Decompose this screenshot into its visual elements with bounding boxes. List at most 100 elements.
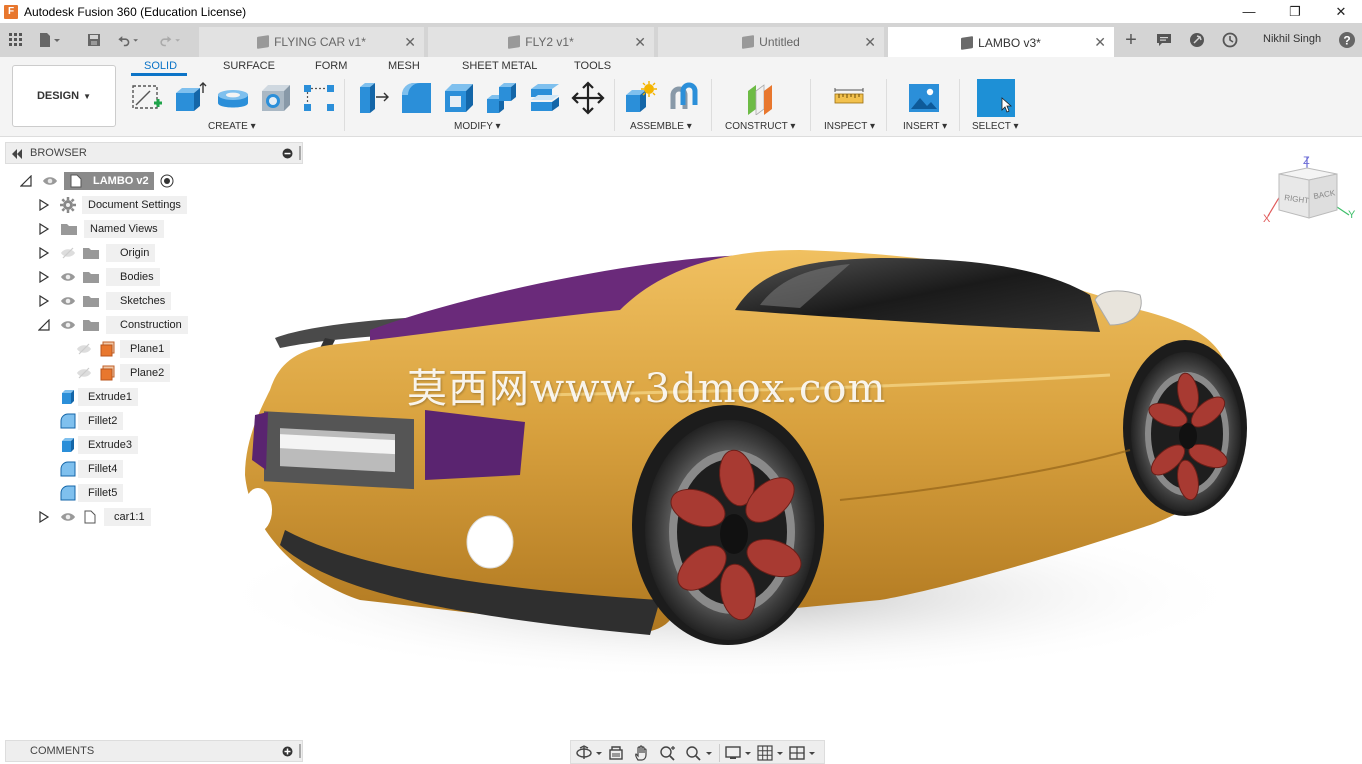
tree-item-extrude1[interactable]: Extrude1 bbox=[60, 387, 139, 407]
inspect-menu[interactable]: INSPECT ▾ bbox=[824, 121, 875, 132]
tree-root-row[interactable]: LAMBO v2 bbox=[20, 171, 174, 191]
construct-menu[interactable]: CONSTRUCT ▾ bbox=[725, 121, 795, 132]
tree-item-document-settings[interactable]: Document Settings bbox=[38, 195, 187, 215]
pattern-icon[interactable] bbox=[302, 81, 336, 115]
tab-mesh[interactable]: MESH bbox=[388, 60, 420, 72]
minimize-button[interactable]: — bbox=[1226, 0, 1272, 23]
visibility-eye-icon[interactable] bbox=[60, 511, 76, 523]
tab-tools[interactable]: TOOLS bbox=[574, 60, 611, 72]
panel-resize-handle[interactable] bbox=[299, 744, 301, 758]
extensions-icon[interactable] bbox=[1186, 29, 1208, 51]
expanded-triangle-icon[interactable] bbox=[38, 319, 50, 331]
tree-item-construction[interactable]: Construction bbox=[38, 315, 188, 335]
tree-item-origin[interactable]: Origin bbox=[38, 243, 156, 263]
new-tab-plus-icon[interactable]: + bbox=[1120, 29, 1142, 51]
tree-item-extrude3[interactable]: Extrude3 bbox=[60, 435, 139, 455]
display-settings-icon[interactable] bbox=[725, 744, 753, 762]
viewcube-navigation[interactable]: Z X Y RIGHT BACK bbox=[1262, 152, 1357, 232]
split-body-icon[interactable] bbox=[528, 81, 562, 115]
orbit-icon[interactable] bbox=[575, 744, 603, 762]
hidden-eye-icon[interactable] bbox=[76, 367, 92, 379]
tree-item-car1[interactable]: car1:1 bbox=[38, 507, 151, 527]
collapsed-triangle-icon[interactable] bbox=[38, 511, 50, 523]
collapsed-triangle-icon[interactable] bbox=[38, 199, 50, 211]
fit-zoom-window-icon[interactable] bbox=[685, 744, 715, 762]
viewports-icon[interactable] bbox=[789, 744, 817, 762]
collapsed-triangle-icon[interactable] bbox=[38, 223, 50, 235]
tab-fly2[interactable]: FLY2 v1* ✕ bbox=[428, 27, 654, 57]
close-tab-icon[interactable]: ✕ bbox=[404, 34, 416, 51]
fillet-icon[interactable] bbox=[399, 81, 433, 115]
redo-icon[interactable] bbox=[158, 29, 180, 51]
combine-icon[interactable] bbox=[485, 81, 519, 115]
select-icon[interactable] bbox=[977, 79, 1015, 117]
hole-icon[interactable] bbox=[259, 81, 293, 115]
measure-icon[interactable] bbox=[832, 81, 866, 115]
tab-untitled[interactable]: Untitled ✕ bbox=[658, 27, 884, 57]
tab-lambo[interactable]: LAMBO v3* ✕ bbox=[888, 27, 1114, 58]
collapse-panel-icon[interactable] bbox=[11, 149, 23, 159]
press-pull-icon[interactable] bbox=[356, 81, 390, 115]
tree-item-plane2[interactable]: Plane2 bbox=[76, 363, 171, 383]
collapsed-triangle-icon[interactable] bbox=[38, 271, 50, 283]
tab-solid[interactable]: SOLID bbox=[144, 60, 177, 72]
file-menu-icon[interactable] bbox=[38, 29, 60, 51]
create-sketch-icon[interactable] bbox=[130, 81, 164, 115]
revolve-icon[interactable] bbox=[216, 81, 250, 115]
data-panel-grid-icon[interactable] bbox=[5, 29, 27, 51]
workspace-switcher-button[interactable]: DESIGN ▼ bbox=[12, 65, 116, 127]
tab-form[interactable]: FORM bbox=[315, 60, 347, 72]
new-component-icon[interactable] bbox=[624, 81, 658, 115]
insert-menu[interactable]: INSERT ▾ bbox=[903, 121, 947, 132]
pan-hand-icon[interactable] bbox=[633, 744, 651, 762]
assemble-menu[interactable]: ASSEMBLE ▾ bbox=[630, 121, 692, 132]
shell-icon[interactable] bbox=[442, 81, 476, 115]
visibility-eye-icon[interactable] bbox=[60, 295, 76, 307]
collapsed-triangle-icon[interactable] bbox=[38, 247, 50, 259]
tree-item-named-views[interactable]: Named Views bbox=[38, 219, 164, 239]
hidden-eye-icon[interactable] bbox=[60, 247, 76, 259]
close-tab-icon[interactable]: ✕ bbox=[864, 34, 876, 51]
tree-item-bodies[interactable]: Bodies bbox=[38, 267, 160, 287]
add-comment-icon[interactable] bbox=[282, 746, 293, 757]
close-tab-icon[interactable]: ✕ bbox=[634, 34, 646, 51]
extrude-icon[interactable] bbox=[173, 81, 207, 115]
tree-item-fillet2[interactable]: Fillet2 bbox=[60, 411, 124, 431]
save-icon[interactable] bbox=[83, 29, 105, 51]
create-menu[interactable]: CREATE ▾ bbox=[208, 121, 256, 132]
zoom-icon[interactable] bbox=[659, 744, 677, 762]
visibility-eye-icon[interactable] bbox=[60, 319, 76, 331]
look-at-icon[interactable] bbox=[607, 744, 625, 762]
expanded-triangle-icon[interactable] bbox=[20, 175, 32, 187]
offset-plane-icon[interactable] bbox=[744, 81, 778, 115]
move-copy-icon[interactable] bbox=[571, 81, 605, 115]
visibility-eye-icon[interactable] bbox=[60, 271, 76, 283]
visibility-eye-icon[interactable] bbox=[42, 175, 58, 187]
user-account-name[interactable]: Nikhil Singh bbox=[1263, 33, 1321, 45]
tree-item-fillet4[interactable]: Fillet4 bbox=[60, 459, 124, 479]
select-menu[interactable]: SELECT ▾ bbox=[972, 121, 1019, 132]
help-icon[interactable]: ? bbox=[1336, 29, 1358, 51]
collapsed-triangle-icon[interactable] bbox=[38, 295, 50, 307]
grid-snaps-icon[interactable] bbox=[757, 744, 785, 762]
3d-canvas-car-model[interactable] bbox=[240, 160, 1250, 700]
tree-item-plane1[interactable]: Plane1 bbox=[76, 339, 171, 359]
close-window-button[interactable]: ✕ bbox=[1318, 0, 1362, 23]
tab-flying-car[interactable]: FLYING CAR v1* ✕ bbox=[199, 27, 424, 57]
hidden-eye-icon[interactable] bbox=[76, 343, 92, 355]
minimize-panel-icon[interactable] bbox=[282, 148, 293, 159]
root-component-chip[interactable]: LAMBO v2 bbox=[64, 172, 154, 190]
restore-button[interactable]: ❐ bbox=[1272, 0, 1318, 23]
history-clock-icon[interactable] bbox=[1219, 29, 1241, 51]
modify-menu[interactable]: MODIFY ▾ bbox=[454, 121, 501, 132]
tree-item-fillet5[interactable]: Fillet5 bbox=[60, 483, 124, 503]
tab-surface[interactable]: SURFACE bbox=[223, 60, 275, 72]
job-status-comment-icon[interactable] bbox=[1153, 29, 1175, 51]
comments-panel[interactable]: COMMENTS bbox=[5, 740, 303, 762]
tab-sheet-metal[interactable]: SHEET METAL bbox=[462, 60, 537, 72]
activate-radio-icon[interactable] bbox=[160, 174, 174, 188]
insert-image-icon[interactable] bbox=[907, 81, 941, 115]
joint-icon[interactable] bbox=[667, 81, 701, 115]
close-tab-icon[interactable]: ✕ bbox=[1094, 34, 1106, 51]
undo-icon[interactable] bbox=[116, 29, 138, 51]
